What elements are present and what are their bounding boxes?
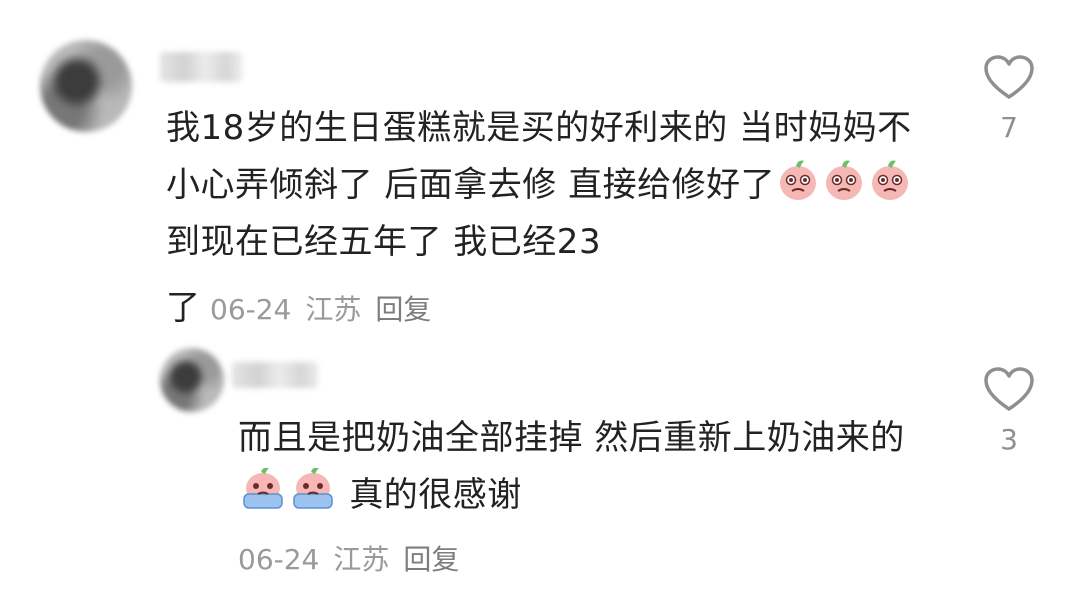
like-button[interactable]: 3 <box>979 367 1039 456</box>
peach-tearful-emoji-icon <box>243 468 283 509</box>
comment-text-after-emoji: 真的很感谢 <box>349 475 522 515</box>
avatar[interactable] <box>160 348 224 412</box>
comment-meta: 了 06-24 江苏 回复 <box>166 280 445 329</box>
comment-location: 江苏 <box>333 543 390 576</box>
like-count: 7 <box>1000 111 1018 144</box>
peach-tearful-emoji-icon <box>293 468 333 509</box>
heart-icon <box>984 55 1034 99</box>
avatar[interactable] <box>40 40 132 132</box>
like-count: 3 <box>1000 423 1018 456</box>
comment-text-after-emoji: 到现在已经五年了 我已经23 <box>166 222 602 262</box>
reply-button[interactable]: 回复 <box>403 543 459 576</box>
heart-icon <box>984 367 1034 411</box>
username-blurred[interactable] <box>160 52 242 82</box>
comment-date: 06-24 <box>238 543 320 576</box>
comment-location: 江苏 <box>305 293 362 326</box>
comment-text: 而且是把奶油全部挂掉 然后重新上奶油来的 真的很感谢 <box>238 410 928 524</box>
comment-date: 06-24 <box>210 293 292 326</box>
comment-text-main: 而且是把奶油全部挂掉 然后重新上奶油来的 <box>238 418 905 458</box>
username-blurred[interactable] <box>232 362 318 388</box>
like-button[interactable]: 7 <box>979 55 1039 144</box>
comment-text: 我18岁的生日蛋糕就是买的好利来的 当时妈妈不小心弄倾斜了 后面拿去修 直接给修… <box>166 100 926 271</box>
comment-text-tail: 了 <box>166 288 200 328</box>
reply-button[interactable]: 回复 <box>375 293 431 326</box>
peach-cry-emoji-icon <box>826 160 863 200</box>
peach-cry-emoji-icon <box>780 160 817 200</box>
peach-cry-emoji-icon <box>872 160 909 200</box>
comment-meta: 06-24 江苏 回复 <box>238 538 473 578</box>
